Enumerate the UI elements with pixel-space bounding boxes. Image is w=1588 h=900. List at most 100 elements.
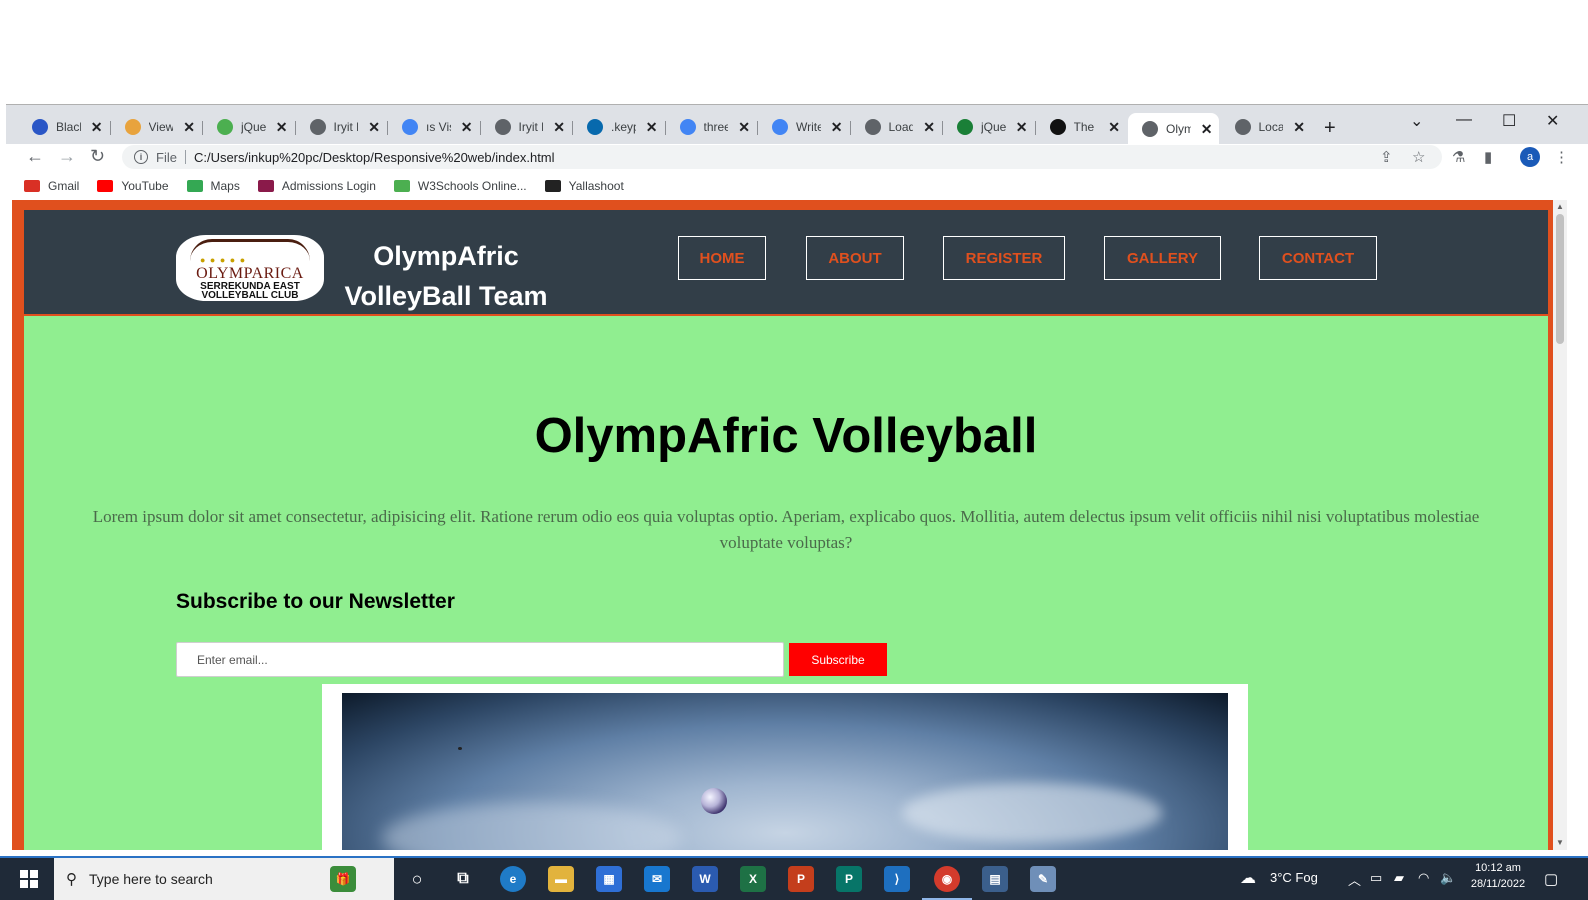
gifts-icon[interactable]: 🎁 <box>330 866 356 892</box>
address-bar[interactable]: i File C:/Users/inkup%20pc/Desktop/Respo… <box>122 145 1442 169</box>
start-button[interactable] <box>20 870 38 888</box>
store-icon[interactable]: ▦ <box>596 866 622 892</box>
word-icon[interactable]: W <box>692 866 718 892</box>
close-tab-icon[interactable]: ✕ <box>831 119 843 136</box>
back-button[interactable]: ← <box>26 146 44 167</box>
browser-tab[interactable]: The H ✕ <box>1036 113 1127 141</box>
powerpoint-icon[interactable]: P <box>788 866 814 892</box>
close-tab-icon[interactable]: ✕ <box>646 119 658 136</box>
url-text[interactable]: C:/Users/inkup%20pc/Desktop/Responsive%2… <box>194 150 555 165</box>
bookmark-label: Maps <box>210 178 240 193</box>
tab-title: Iryit F <box>518 120 544 134</box>
system-clock[interactable]: 10:12 am 28/11/2022 <box>1466 860 1530 892</box>
close-tab-icon[interactable]: ✕ <box>923 119 935 136</box>
publisher-icon[interactable]: P <box>836 866 862 892</box>
file-explorer-icon[interactable]: ▬ <box>548 866 574 892</box>
meet-icon[interactable]: ▭ <box>1370 870 1382 886</box>
maximize-button[interactable]: ☐ <box>1502 111 1516 131</box>
browser-tab[interactable]: Iryit F ✕ <box>296 113 387 141</box>
close-tab-icon[interactable]: ✕ <box>461 119 473 136</box>
notifications-icon[interactable]: ▢ <box>1544 870 1558 888</box>
weather-text[interactable]: 3°C Fog <box>1270 870 1318 885</box>
close-tab-icon[interactable]: ✕ <box>738 119 750 136</box>
subscribe-button[interactable]: Subscribe <box>789 643 887 676</box>
google-icon <box>402 119 418 135</box>
battery-icon[interactable]: ▰ <box>1394 870 1404 886</box>
clock-date: 28/11/2022 <box>1470 878 1526 890</box>
weather-icon[interactable]: ☁ <box>1240 868 1256 888</box>
browser-tab[interactable]: Olym ✕ <box>1128 113 1219 145</box>
remote-desktop-icon[interactable]: ▤ <box>982 866 1008 892</box>
new-tab-button[interactable]: + <box>1324 117 1336 140</box>
page-scrollbar[interactable]: ▲ ▼ <box>1553 200 1567 850</box>
browser-tab[interactable]: .keyp ✕ <box>573 113 664 141</box>
nav-register[interactable]: REGISTER <box>943 236 1065 280</box>
mail-icon[interactable]: ✉ <box>644 866 670 892</box>
forward-button[interactable]: → <box>58 146 76 167</box>
browser-tab[interactable]: Local ✕ <box>1221 113 1312 141</box>
scroll-up-icon[interactable]: ▲ <box>1556 202 1564 211</box>
browser-tab[interactable]: jQuer ✕ <box>203 113 294 141</box>
close-tab-icon[interactable]: ✕ <box>276 119 288 136</box>
tab-separator <box>202 121 203 135</box>
close-tab-icon[interactable]: ✕ <box>1108 119 1120 136</box>
logo-club: VOLLEYBALL CLUB <box>201 290 299 301</box>
bookmark-item[interactable]: Yallashoot <box>544 179 624 193</box>
cortana-icon[interactable]: ○ <box>404 866 430 892</box>
profile-avatar[interactable]: a <box>1520 147 1540 167</box>
close-tab-icon[interactable]: ✕ <box>553 119 565 136</box>
reload-button[interactable]: ↻ <box>90 146 105 167</box>
browser-tab[interactable]: Iryit F ✕ <box>481 113 572 141</box>
volume-icon[interactable]: 🔈 <box>1440 870 1456 886</box>
scrollbar-thumb[interactable] <box>1556 214 1564 344</box>
edge-icon[interactable]: e <box>500 866 526 892</box>
bookmark-item[interactable]: W3Schools Online... <box>393 179 527 193</box>
tab-search-icon[interactable]: ⌄ <box>1410 111 1423 131</box>
browser-tab[interactable]: ıs Visi ✕ <box>388 113 479 141</box>
admissions-icon <box>257 179 274 192</box>
close-window-button[interactable]: ✕ <box>1546 111 1559 131</box>
extensions-icon[interactable]: ⚗ <box>1452 148 1465 166</box>
task-view-icon[interactable]: ⧉ <box>450 866 476 892</box>
nav-home[interactable]: HOME <box>678 236 766 280</box>
bookmark-item[interactable]: Admissions Login <box>257 179 376 193</box>
clock-time: 10:12 am <box>1475 862 1521 874</box>
nav-gallery[interactable]: GALLERY <box>1104 236 1221 280</box>
wifi-icon[interactable]: ◠ <box>1418 870 1429 886</box>
minimize-button[interactable]: — <box>1456 111 1472 129</box>
close-tab-icon[interactable]: ✕ <box>91 119 103 136</box>
maps-icon <box>186 179 203 192</box>
browser-tab[interactable]: Loadi ✕ <box>851 113 942 141</box>
browser-tab[interactable]: three ✕ <box>666 113 757 141</box>
close-tab-icon[interactable]: ✕ <box>1016 119 1028 136</box>
scroll-down-icon[interactable]: ▼ <box>1556 838 1564 847</box>
side-panel-icon[interactable]: ▮ <box>1484 148 1492 166</box>
close-tab-icon[interactable]: ✕ <box>1293 119 1305 136</box>
newsletter-title: Subscribe to our Newsletter <box>176 590 455 613</box>
club-logo[interactable]: ● ● ● ● ● OLYMPARICA SERREKUNDA EAST VOL… <box>176 235 324 301</box>
paint-icon[interactable]: ✎ <box>1030 866 1056 892</box>
browser-tab[interactable]: View ✕ <box>111 113 202 141</box>
excel-icon[interactable]: X <box>740 866 766 892</box>
tab-separator <box>942 121 943 135</box>
tray-chevron-icon[interactable]: ︿ <box>1348 870 1361 889</box>
email-field[interactable] <box>176 642 784 677</box>
nav-about[interactable]: ABOUT <box>806 236 904 280</box>
bookmark-item[interactable]: Maps <box>186 178 240 193</box>
chrome-icon[interactable]: ◉ <box>934 866 960 892</box>
menu-icon[interactable]: ⋮ <box>1554 148 1569 166</box>
browser-tab[interactable]: jQuer ✕ <box>943 113 1034 141</box>
browser-tab[interactable]: Blackl ✕ <box>18 113 109 141</box>
bookmark-item[interactable]: YouTube <box>97 179 169 193</box>
close-tab-icon[interactable]: ✕ <box>1201 121 1213 138</box>
w3schools-icon <box>217 119 233 135</box>
close-tab-icon[interactable]: ✕ <box>368 119 380 136</box>
info-icon[interactable]: i <box>134 150 148 164</box>
bookmark-item[interactable]: Gmail <box>24 179 79 193</box>
browser-tab[interactable]: Write ✕ <box>758 113 849 141</box>
close-tab-icon[interactable]: ✕ <box>183 119 195 136</box>
vscode-icon[interactable]: ⟩ <box>884 866 910 892</box>
share-icon[interactable]: ⇪ <box>1380 148 1393 166</box>
bookmark-star-icon[interactable]: ☆ <box>1412 148 1425 166</box>
nav-contact[interactable]: CONTACT <box>1259 236 1377 280</box>
